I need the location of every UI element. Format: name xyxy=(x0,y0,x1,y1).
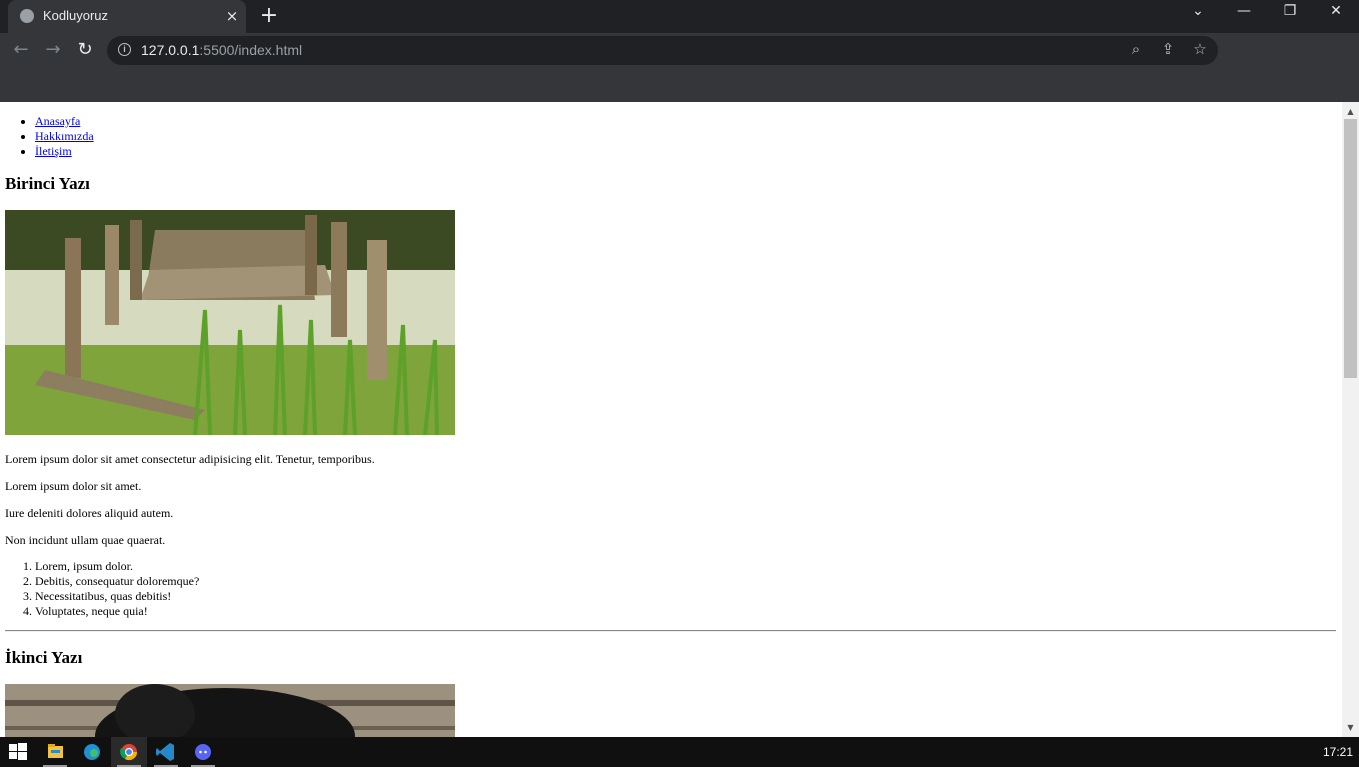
browser-toolbar: ← → ↻ i 127.0.0.1:5500/index.html ⌕ ⇪ ☆ xyxy=(0,33,1359,69)
windows-taskbar: 17:21 xyxy=(0,737,1359,767)
back-button[interactable]: ← xyxy=(9,39,33,63)
tab-search-dropdown-icon[interactable]: ⌄ xyxy=(1183,3,1213,27)
url-text[interactable]: 127.0.0.1:5500/index.html xyxy=(141,42,302,58)
windows-start-icon xyxy=(9,743,27,760)
nav-link-home[interactable]: Anasayfa xyxy=(35,114,80,128)
nav-item-home: Anasayfa xyxy=(35,114,94,129)
scroll-down-arrow-icon[interactable]: ▼ xyxy=(1342,720,1359,735)
vscode-icon xyxy=(156,743,174,761)
globe-icon xyxy=(20,9,34,23)
bookmark-star-icon[interactable]: ☆ xyxy=(1190,40,1210,60)
tab-strip: Kodluyoruz × + ⌄ — ❐ ✕ xyxy=(0,0,1359,33)
start-button[interactable] xyxy=(0,737,36,767)
nav-link-contact[interactable]: İletişim xyxy=(35,144,72,158)
reload-button[interactable]: ↻ xyxy=(73,39,97,63)
address-bar[interactable]: i 127.0.0.1:5500/index.html ⌕ ⇪ ☆ xyxy=(107,36,1218,65)
restore-button[interactable]: ❐ xyxy=(1275,3,1305,27)
taskbar-discord[interactable] xyxy=(185,737,221,767)
discord-icon xyxy=(195,744,211,760)
site-info-icon[interactable]: i xyxy=(118,43,131,56)
browser-tab[interactable]: Kodluyoruz × xyxy=(8,0,246,33)
taskbar-clock[interactable]: 17:21 xyxy=(1323,745,1353,759)
bookmarks-bar xyxy=(0,69,1359,103)
list-item: Voluptates, neque quia! xyxy=(35,604,199,619)
page-viewport: Anasayfa Hakkımızda İletişim Birinci Yaz… xyxy=(0,102,1342,737)
forward-button[interactable]: → xyxy=(41,39,65,63)
new-tab-button[interactable]: + xyxy=(258,4,280,28)
post1-ordered-list: Lorem, ipsum dolor. Debitis, consequatur… xyxy=(35,559,199,619)
post1-paragraph-1: Lorem ipsum dolor sit amet consectetur a… xyxy=(5,452,375,466)
edge-icon xyxy=(84,744,100,760)
post1-paragraph-4: Non incidunt ullam quae quaerat. xyxy=(5,533,166,547)
scroll-up-arrow-icon[interactable]: ▲ xyxy=(1342,104,1359,119)
chrome-icon xyxy=(120,744,138,761)
post1-title: Birinci Yazı xyxy=(5,174,90,193)
taskbar-chrome[interactable] xyxy=(111,737,147,767)
file-explorer-icon xyxy=(48,744,63,758)
taskbar-edge[interactable] xyxy=(74,737,110,767)
list-item: Necessitatibus, quas debitis! xyxy=(35,589,199,604)
section-divider xyxy=(5,630,1336,632)
url-path: :5500/index.html xyxy=(199,42,303,58)
scrollbar-thumb[interactable] xyxy=(1344,119,1357,378)
zoom-icon[interactable]: ⌕ xyxy=(1126,40,1146,60)
post2-image-dog xyxy=(5,684,455,737)
share-icon[interactable]: ⇪ xyxy=(1158,40,1178,60)
vertical-scrollbar[interactable]: ▲ ▼ xyxy=(1342,102,1359,737)
tab-close-icon[interactable]: × xyxy=(224,6,240,26)
site-nav: Anasayfa Hakkımızda İletişim xyxy=(35,114,94,159)
nav-link-about[interactable]: Hakkımızda xyxy=(35,129,94,143)
tab-title: Kodluyoruz xyxy=(43,8,109,23)
nav-item-contact: İletişim xyxy=(35,144,94,159)
nav-item-about: Hakkımızda xyxy=(35,129,94,144)
post1-paragraph-2: Lorem ipsum dolor sit amet. xyxy=(5,479,142,493)
minimize-button[interactable]: — xyxy=(1229,3,1259,27)
taskbar-vscode[interactable] xyxy=(148,737,184,767)
post1-paragraph-3: Iure deleniti dolores aliquid autem. xyxy=(5,506,174,520)
post2-title: İkinci Yazı xyxy=(5,648,83,667)
list-item: Debitis, consequatur doloremque? xyxy=(35,574,199,589)
close-window-button[interactable]: ✕ xyxy=(1321,3,1351,27)
list-item: Lorem, ipsum dolor. xyxy=(35,559,199,574)
url-host: 127.0.0.1 xyxy=(141,42,200,58)
post1-image-pier xyxy=(5,210,455,435)
taskbar-file-explorer[interactable] xyxy=(37,737,73,767)
